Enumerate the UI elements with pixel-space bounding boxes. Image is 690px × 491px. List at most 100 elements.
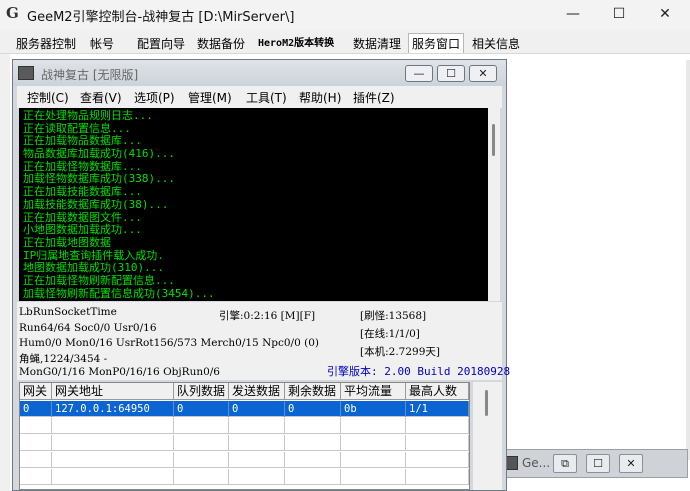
outer-titlebar: G GeeM2引擎控制台-战神复古 [D:\MirServer\] — ☐ ✕ xyxy=(0,0,690,29)
table-cell xyxy=(406,435,469,451)
table-cell xyxy=(229,452,285,468)
tab-account[interactable]: 帐号 xyxy=(86,33,118,53)
right-panel xyxy=(508,54,690,491)
close-button[interactable]: ✕ xyxy=(619,454,643,473)
log-line: 正在加载技能数据库... xyxy=(23,185,142,199)
table-cell xyxy=(406,452,469,468)
maximize-button[interactable]: ☐ xyxy=(586,454,610,473)
column-header[interactable]: 剩余数据 xyxy=(285,383,341,400)
table-cell: 0 xyxy=(229,401,285,417)
table-cell xyxy=(20,418,52,434)
tab-data-backup[interactable]: 数据备份 xyxy=(193,33,249,53)
table-cell: 0 xyxy=(285,401,341,417)
table-cell xyxy=(341,452,406,468)
menu-control[interactable]: 控制(C) xyxy=(27,89,69,106)
window-app-icon xyxy=(18,66,34,80)
table-cell xyxy=(174,418,229,434)
socket-time-label: LbRunSocketTime xyxy=(19,306,117,318)
minimized-child-title: Ge... xyxy=(522,456,551,470)
tab-herom2-convert[interactable]: HeroM2版本转换 xyxy=(254,33,338,53)
gateway-table: 网关 网关地址 队列数据 发送数据 剩余数据 平均流量 最高人数 0 127.0.0.1:64… xyxy=(19,382,470,490)
maximize-button[interactable]: ☐ xyxy=(437,65,465,82)
uptime: [本机:2.7299天] xyxy=(360,346,440,358)
log-line: 正在加载怪物刷新配置信息... xyxy=(23,273,175,287)
table-cell xyxy=(52,469,174,485)
log-lines: 正在处理物品规则日志... 正在读取配置信息... 正在加载物品数据库... 物品数据… xyxy=(23,109,483,300)
minimize-button[interactable]: — xyxy=(405,65,433,82)
table-cell xyxy=(341,469,406,485)
table-cell xyxy=(52,452,174,468)
table-cell xyxy=(285,452,341,468)
table-cell: 1/1 xyxy=(406,401,469,417)
status-panel: LbRunSocketTime 引擎:0:2:16 [M][F] [刷怪:135… xyxy=(17,302,510,380)
column-header[interactable]: 最高人数 xyxy=(406,383,469,400)
restore-button[interactable]: ⧉ xyxy=(553,454,577,473)
outer-scrollbar[interactable] xyxy=(686,60,690,460)
online-count: [在线:1/1/0] xyxy=(360,328,420,340)
close-button[interactable]: ✕ xyxy=(469,65,497,82)
menu-options[interactable]: 选项(P) xyxy=(134,89,175,106)
child-titlebar: 战神复古 [无限版] — ☐ ✕ xyxy=(13,60,506,86)
menu-plugins[interactable]: 插件(Z) xyxy=(353,89,395,106)
table-cell xyxy=(285,418,341,434)
column-header[interactable]: 网关 xyxy=(20,383,52,400)
menu-manage[interactable]: 管理(M) xyxy=(188,89,232,106)
engine-version: 引擎版本: 2.00 Build 20180928 xyxy=(327,365,511,378)
log-line: 正在处理物品规则日志... xyxy=(23,109,153,122)
table-scrollbar[interactable] xyxy=(473,382,502,490)
table-row[interactable] xyxy=(20,452,469,468)
table-cell xyxy=(285,435,341,451)
child-window-title: 战神复古 [无限版] xyxy=(41,68,139,82)
table-cell: 0 xyxy=(174,401,229,417)
menu-view[interactable]: 查看(V) xyxy=(80,89,122,106)
tab-data-cleanup[interactable]: 数据清理 xyxy=(349,33,405,53)
app-logo-icon: G xyxy=(6,4,19,22)
window-title: GeeM2引擎控制台-战神复古 [D:\MirServer\] xyxy=(27,10,295,25)
table-row[interactable]: 0 127.0.0.1:64950 0 0 0 0b 1/1 xyxy=(20,401,469,417)
tab-server-control[interactable]: 服务器控制 xyxy=(12,33,80,53)
table-cell xyxy=(229,469,285,485)
table-cell xyxy=(229,418,285,434)
table-cell xyxy=(20,469,52,485)
minimize-button[interactable]: — xyxy=(550,0,596,29)
column-header[interactable]: 平均流量 xyxy=(341,383,406,400)
table-cell: 0b xyxy=(341,401,406,417)
close-button[interactable]: ✕ xyxy=(642,0,688,29)
tab-related-info[interactable]: 相关信息 xyxy=(468,33,524,53)
child-menu-bar: 控制(C) 查看(V) 选项(P) 管理(M) 工具(T) 帮助(H) 插件(Z… xyxy=(17,86,502,108)
tab-config-wizard[interactable]: 配置向导 xyxy=(133,33,189,53)
menu-tools[interactable]: 工具(T) xyxy=(246,89,287,106)
maximize-button[interactable]: ☐ xyxy=(596,0,642,29)
table-cell xyxy=(20,435,52,451)
log-scrollbar[interactable] xyxy=(488,108,500,301)
table-cell xyxy=(174,435,229,451)
log-line: 加载怪物刷新配置信息成功(3454)... xyxy=(23,286,215,300)
table-cell xyxy=(341,418,406,434)
table-row[interactable] xyxy=(20,418,469,434)
log-scroll-thumb[interactable] xyxy=(492,124,495,156)
tab-service-window[interactable]: 服务窗口 xyxy=(408,33,465,53)
minimized-child-window[interactable]: Ge... ⧉ ☐ ✕ xyxy=(497,449,688,478)
table-cell xyxy=(174,469,229,485)
column-header[interactable]: 网关地址 xyxy=(52,383,174,400)
table-row[interactable] xyxy=(20,469,469,485)
log-line: 加载技能数据库成功(38)... xyxy=(23,197,169,211)
table-row[interactable] xyxy=(20,435,469,451)
table-cell xyxy=(52,435,174,451)
table-cell: 0 xyxy=(20,401,52,417)
log-line: 小地图数据加载成功... xyxy=(23,223,142,237)
column-header[interactable]: 队列数据 xyxy=(174,383,229,400)
engine-time: 引擎:0:2:16 [M][F] xyxy=(219,310,316,322)
table-cell xyxy=(229,435,285,451)
table-cell xyxy=(406,469,469,485)
table-cell xyxy=(20,452,52,468)
hum-stats: Hum0/0 Mon0/16 UsrRot156/573 Merch0/15 N… xyxy=(19,337,319,349)
column-header[interactable]: 发送数据 xyxy=(229,383,285,400)
run-stats: Run64/64 Soc0/0 Usr0/16 xyxy=(19,322,157,334)
table-scroll-thumb[interactable] xyxy=(485,390,488,416)
menu-help[interactable]: 帮助(H) xyxy=(299,89,341,106)
refresh-monster-count: [刷怪:13568] xyxy=(360,310,427,322)
table-cell xyxy=(285,469,341,485)
log-console[interactable]: 正在处理物品规则日志... 正在读取配置信息... 正在加载物品数据库... 物品数据… xyxy=(19,108,500,301)
table-cell xyxy=(341,435,406,451)
